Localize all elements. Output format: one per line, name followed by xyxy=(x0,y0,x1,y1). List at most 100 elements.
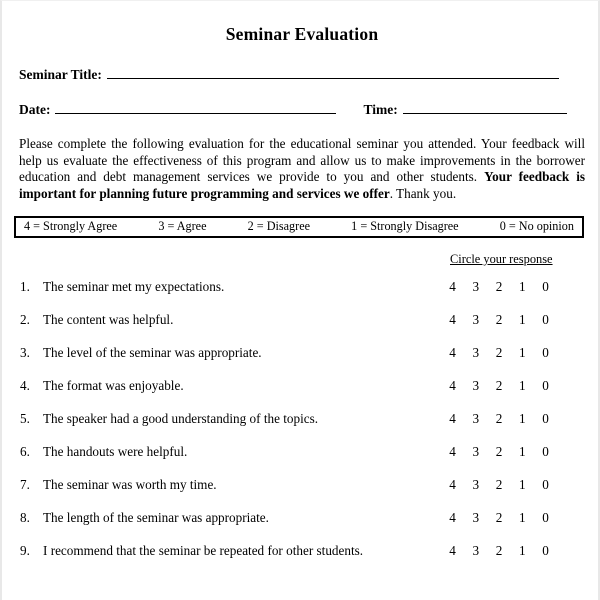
response-option[interactable]: 2 xyxy=(494,477,505,493)
question-response-options: 43210 xyxy=(447,510,551,526)
response-option[interactable]: 4 xyxy=(447,510,458,526)
response-option[interactable]: 0 xyxy=(540,411,551,427)
response-option[interactable]: 3 xyxy=(470,543,481,559)
question-number: 7. xyxy=(20,476,30,492)
response-option[interactable]: 1 xyxy=(517,444,528,460)
response-option[interactable]: 4 xyxy=(447,345,458,361)
question-number: 3. xyxy=(20,344,30,360)
response-option[interactable]: 0 xyxy=(540,378,551,394)
seminar-title-field-row: Seminar Title: xyxy=(19,67,585,83)
response-option[interactable]: 1 xyxy=(517,543,528,559)
question-row: 3. The level of the seminar was appropria… xyxy=(19,345,585,378)
response-option[interactable]: 1 xyxy=(517,411,528,427)
question-text: The handouts were helpful. xyxy=(43,443,188,459)
page-title: Seminar Evaluation xyxy=(225,24,379,44)
circle-your-response-label: Circle your response xyxy=(450,251,553,266)
question-row: 8. The length of the seminar was appropri… xyxy=(19,510,585,543)
question-number: 1. xyxy=(20,278,30,294)
seminar-title-label: Seminar Title: xyxy=(19,67,102,83)
response-option[interactable]: 2 xyxy=(494,378,505,394)
time-input[interactable] xyxy=(402,102,567,115)
response-option[interactable]: 0 xyxy=(540,543,551,559)
question-number: 2. xyxy=(20,311,30,327)
question-text: The seminar was worth my time. xyxy=(43,476,217,492)
response-option[interactable]: 4 xyxy=(447,279,458,295)
scale-item-2: 2 = Disagree xyxy=(247,218,311,233)
question-response-options: 43210 xyxy=(447,477,551,493)
question-response-options: 43210 xyxy=(447,279,551,295)
question-response-options: 43210 xyxy=(447,411,551,427)
response-option[interactable]: 2 xyxy=(494,411,505,427)
question-number: 5. xyxy=(20,410,30,426)
intro-paragraph: Please complete the following evaluation… xyxy=(19,136,585,202)
response-option[interactable]: 1 xyxy=(517,477,528,493)
question-text: The content was helpful. xyxy=(43,311,174,327)
question-text: The seminar met my expectations. xyxy=(43,278,225,294)
response-option[interactable]: 0 xyxy=(540,510,551,526)
response-option[interactable]: 4 xyxy=(447,312,458,328)
response-option[interactable]: 4 xyxy=(447,477,458,493)
time-label: Time: xyxy=(363,102,398,118)
response-option[interactable]: 4 xyxy=(447,444,458,460)
question-number: 8. xyxy=(20,509,30,525)
question-text: The level of the seminar was appropriate… xyxy=(43,344,262,360)
question-row: 2. The content was helpful. 4 3 2 1 0 xyxy=(19,312,585,345)
question-response-options: 43210 xyxy=(447,444,551,460)
question-response-options: 43210 xyxy=(447,378,551,394)
document-page: Seminar Evaluation Seminar Title: Date: … xyxy=(0,0,600,600)
response-option[interactable]: 0 xyxy=(540,345,551,361)
question-row: 6. The handouts were helpful. 4 3 2 1 0 xyxy=(19,444,585,477)
response-option[interactable]: 3 xyxy=(470,444,481,460)
scale-item-4: 4 = Strongly Agree xyxy=(24,218,118,233)
response-header-row: Circle your response xyxy=(19,252,585,268)
response-option[interactable]: 4 xyxy=(447,378,458,394)
response-option[interactable]: 4 xyxy=(447,411,458,427)
response-option[interactable]: 2 xyxy=(494,279,505,295)
question-text: I recommend that the seminar be repeated… xyxy=(43,542,364,558)
question-text: The length of the seminar was appropriat… xyxy=(43,509,269,525)
date-time-field-row: Date: Time: xyxy=(19,102,585,118)
question-row: 1. The seminar met my expectations. 4 3 2 1 0 xyxy=(19,279,585,312)
question-row: 4. The format was enjoyable. 4 3 2 1 0 xyxy=(19,378,585,411)
question-text: The speaker had a good understanding of … xyxy=(43,410,319,426)
question-list: 1. The seminar met my expectations. 4 3 2 1 0 2… xyxy=(19,279,585,576)
response-option[interactable]: 0 xyxy=(540,477,551,493)
response-option[interactable]: 0 xyxy=(540,444,551,460)
response-option[interactable]: 3 xyxy=(470,477,481,493)
response-option[interactable]: 2 xyxy=(494,543,505,559)
response-option[interactable]: 1 xyxy=(517,279,528,295)
document-body: Seminar Evaluation Seminar Title: Date: … xyxy=(14,1,585,600)
response-option[interactable]: 2 xyxy=(494,510,505,526)
response-option[interactable]: 2 xyxy=(494,444,505,460)
response-option[interactable]: 3 xyxy=(470,312,481,328)
date-input[interactable] xyxy=(55,102,337,115)
question-response-options: 43210 xyxy=(447,543,551,559)
question-row: 9. I recommend that the seminar be repeat… xyxy=(19,543,585,576)
scale-item-0: 0 = No opinion xyxy=(499,218,574,233)
response-option[interactable]: 0 xyxy=(540,312,551,328)
response-option[interactable]: 3 xyxy=(470,345,481,361)
response-option[interactable]: 1 xyxy=(517,378,528,394)
response-option[interactable]: 4 xyxy=(447,543,458,559)
response-option[interactable]: 0 xyxy=(540,279,551,295)
response-option[interactable]: 3 xyxy=(470,378,481,394)
question-text: The format was enjoyable. xyxy=(43,377,184,393)
response-option[interactable]: 1 xyxy=(517,312,528,328)
question-response-options: 43210 xyxy=(447,345,551,361)
response-option[interactable]: 3 xyxy=(470,411,481,427)
response-option[interactable]: 1 xyxy=(517,510,528,526)
response-option[interactable]: 2 xyxy=(494,312,505,328)
scale-item-1: 1 = Strongly Disagree xyxy=(351,218,459,233)
question-row: 7. The seminar was worth my time. 4 3 2 1 0 xyxy=(19,477,585,510)
rating-scale-legend: 4 = Strongly Agree 3 = Agree 2 = Disagre… xyxy=(14,215,584,238)
response-option[interactable]: 2 xyxy=(494,345,505,361)
response-option[interactable]: 3 xyxy=(470,510,481,526)
response-option[interactable]: 3 xyxy=(470,279,481,295)
response-option[interactable]: 1 xyxy=(517,345,528,361)
question-row: 5. The speaker had a good understanding o… xyxy=(19,411,585,444)
date-label: Date: xyxy=(19,102,51,118)
question-number: 4. xyxy=(20,377,30,393)
scale-item-3: 3 = Agree xyxy=(158,218,207,233)
question-response-options: 43210 xyxy=(447,312,551,328)
seminar-title-input[interactable] xyxy=(106,67,559,80)
